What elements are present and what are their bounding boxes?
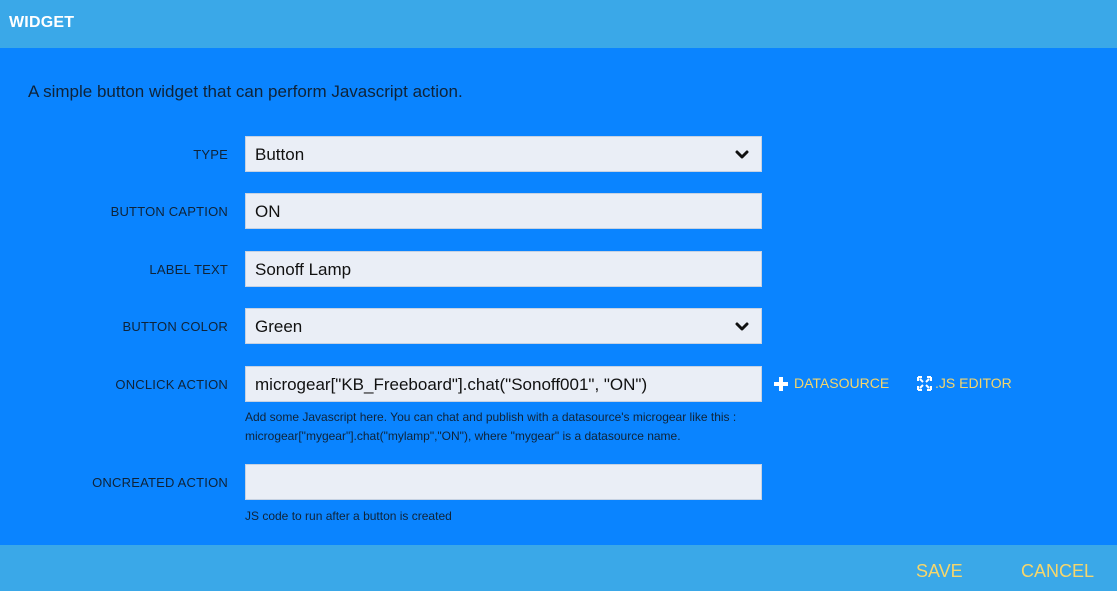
datasource-button-label: DATASOURCE [794, 375, 890, 391]
onclick-action-hint: Add some Javascript here. You can chat a… [245, 408, 736, 446]
widget-description: A simple button widget that can perform … [28, 82, 463, 101]
onclick-hint-line-2: microgear["mygear"].chat("mylamp","ON"),… [245, 429, 681, 443]
oncreated-action-input[interactable] [245, 464, 762, 500]
cancel-button[interactable]: CANCEL [1021, 561, 1094, 582]
onclick-action-input[interactable]: microgear["KB_Freeboard"].chat("Sonoff00… [245, 366, 762, 402]
dialog-title: WIDGET [9, 14, 75, 31]
label-text-value: Sonoff Lamp [255, 260, 352, 279]
onclick-action-label: ONCLICK ACTION [115, 377, 228, 392]
js-editor-button[interactable]: .JS EDITOR [916, 375, 1012, 395]
onclick-action-value: microgear["KB_Freeboard"].chat("Sonoff00… [255, 375, 648, 394]
button-caption-input[interactable]: ON [245, 193, 762, 229]
label-text-input[interactable]: Sonoff Lamp [245, 251, 762, 287]
label-text-label: LABEL TEXT [149, 262, 228, 277]
type-select[interactable]: Button [245, 136, 762, 172]
save-button[interactable]: SAVE [916, 561, 963, 582]
oncreated-action-label: ONCREATED ACTION [92, 475, 228, 490]
type-select-value: Button [255, 145, 305, 164]
js-editor-button-label: .JS EDITOR [935, 375, 1012, 391]
button-color-select[interactable]: Green [245, 308, 762, 344]
dialog-header: WIDGET [0, 0, 1117, 48]
expand-icon [916, 375, 933, 392]
chevron-down-icon [735, 322, 749, 331]
button-color-label: BUTTON COLOR [122, 319, 228, 334]
plus-icon [774, 377, 788, 391]
datasource-button[interactable]: DATASOURCE [774, 375, 889, 395]
button-color-value: Green [255, 317, 303, 336]
button-caption-value: ON [255, 202, 281, 221]
chevron-down-icon [735, 150, 749, 159]
type-label: TYPE [193, 147, 228, 162]
dialog-footer: SAVE CANCEL [0, 545, 1117, 591]
onclick-hint-line-1: Add some Javascript here. You can chat a… [245, 410, 737, 424]
button-caption-label: BUTTON CAPTION [110, 204, 228, 219]
oncreated-action-hint: JS code to run after a button is created [245, 509, 452, 523]
